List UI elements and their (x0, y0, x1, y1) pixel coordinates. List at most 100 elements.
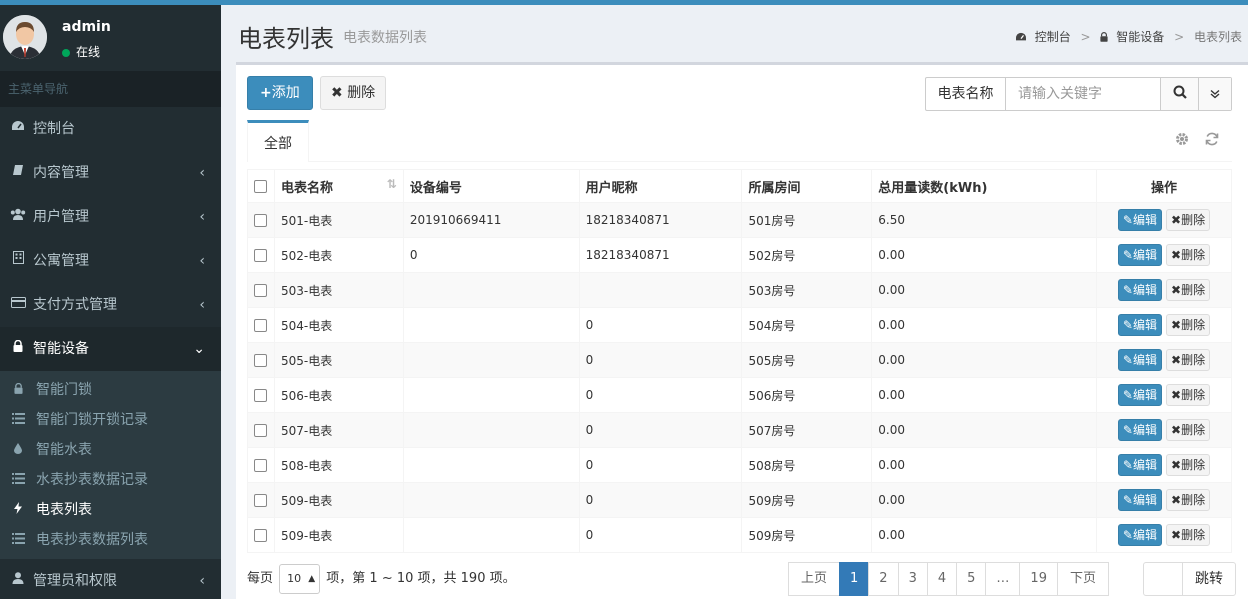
search-input[interactable] (1006, 78, 1160, 110)
sidebar-subitem-water-meter[interactable]: 智能水表 (0, 435, 221, 465)
row-checkbox[interactable] (254, 529, 267, 542)
row-delete-button[interactable]: ✖删除 (1166, 244, 1211, 266)
refresh-icon[interactable] (1205, 132, 1219, 150)
row-actions: ✎编辑 ✖删除 (1096, 237, 1232, 273)
page-button[interactable]: 2 (868, 562, 899, 596)
sidebar-item-users[interactable]: 用户管理 ‹ (0, 195, 221, 239)
column-header[interactable]: 电表名称 ⇅ (273, 169, 404, 203)
edit-button-label: 编辑 (1132, 423, 1157, 437)
sidebar-subitem-smart-lock[interactable]: 智能门锁 (0, 375, 221, 405)
row-delete-button[interactable]: ✖删除 (1166, 209, 1211, 231)
page-button[interactable]: 3 (897, 562, 928, 596)
column-header: 操作 (1096, 169, 1232, 203)
bolt-icon (11, 495, 25, 525)
sort-icon[interactable]: ⇅ (387, 177, 397, 191)
sidebar-item-label: 智能设备 (33, 341, 89, 357)
row-delete-button-label: 删除 (1181, 213, 1206, 227)
edit-button[interactable]: ✎编辑 (1117, 209, 1162, 231)
sidebar-item-smart-devices[interactable]: 智能设备 ⌄ (0, 327, 221, 371)
sidebar-item-apartments[interactable]: 公寓管理 ‹ (0, 239, 221, 283)
table-row[interactable]: 502-电表 0 18218340871 502房号 0.00 ✎编辑 ✖删除 (247, 237, 1232, 273)
table-row[interactable]: 501-电表 201910669411 18218340871 501房号 6.50 ✎编… (247, 202, 1232, 238)
page-button[interactable]: 4 (926, 562, 958, 596)
add-button[interactable]: +添加 (247, 76, 313, 110)
table-row[interactable]: 506-电表 0 506房号 0.00 ✎编辑 ✖删除 (247, 377, 1232, 413)
times-icon: ✖ (331, 85, 343, 101)
delete-button[interactable]: ✖ 删除 (320, 76, 387, 110)
table-row[interactable]: 503-电表 503房号 0.00 ✎编辑 ✖删除 (247, 272, 1232, 308)
table-row[interactable]: 507-电表 0 507房号 0.00 ✎编辑 ✖删除 (247, 412, 1232, 448)
sidebar-item-label: 公寓管理 (33, 253, 89, 269)
edit-button[interactable]: ✎编辑 (1117, 489, 1162, 511)
edit-icon: ✎ (1122, 213, 1133, 227)
row-delete-button[interactable]: ✖删除 (1166, 524, 1211, 546)
next-page-button[interactable]: 下页 (1056, 562, 1109, 596)
table-cell: 503房号 (741, 272, 873, 308)
edit-button[interactable]: ✎编辑 (1117, 419, 1162, 441)
search-field-label[interactable]: 电表名称 (926, 78, 1006, 110)
sidebar-item-label: 管理员和权限 (33, 573, 117, 589)
avatar (3, 15, 47, 59)
edit-button[interactable]: ✎编辑 (1117, 314, 1162, 336)
table-cell: 502-电表 (273, 237, 404, 273)
times-icon: ✖ (1171, 283, 1182, 297)
table-row[interactable]: 509-电表 0 509房号 0.00 ✎编辑 ✖删除 (247, 482, 1232, 518)
table-cell: 501-电表 (273, 202, 404, 238)
page-button[interactable]: 1 (839, 562, 870, 596)
jump-page-input[interactable] (1143, 562, 1183, 596)
row-checkbox[interactable] (254, 389, 267, 402)
row-delete-button[interactable]: ✖删除 (1166, 454, 1211, 476)
prev-page-button[interactable]: 上页 (788, 562, 841, 596)
row-delete-button[interactable]: ✖删除 (1166, 489, 1211, 511)
breadcrumb-separator: > (1174, 30, 1185, 44)
edit-button[interactable]: ✎编辑 (1117, 244, 1162, 266)
sidebar-item-dashboard[interactable]: 控制台 (0, 107, 221, 151)
sidebar-item-admin[interactable]: 管理员和权限 ‹ (0, 559, 221, 599)
row-checkbox[interactable] (254, 319, 267, 332)
sidebar-item-payment[interactable]: 支付方式管理 ‹ (0, 283, 221, 327)
edit-button[interactable]: ✎编辑 (1117, 384, 1162, 406)
row-delete-button[interactable]: ✖删除 (1166, 279, 1211, 301)
sidebar-subitem-water-records[interactable]: 水表抄表数据记录 (0, 465, 221, 495)
user-name: admin (62, 19, 111, 35)
times-icon: ✖ (1171, 458, 1182, 472)
sidebar-item-content[interactable]: 内容管理 ‹ (0, 151, 221, 195)
row-delete-button[interactable]: ✖删除 (1166, 314, 1211, 336)
breadcrumb-smart-devices[interactable]: 智能设备 (1116, 30, 1164, 44)
gear-icon[interactable] (1175, 132, 1189, 150)
jump-button[interactable]: 跳转 (1182, 562, 1236, 596)
sidebar-subitem-electric-meter[interactable]: 电表列表 (0, 495, 221, 525)
edit-button[interactable]: ✎编辑 (1117, 454, 1162, 476)
table-row[interactable]: 505-电表 0 505房号 0.00 ✎编辑 ✖删除 (247, 342, 1232, 378)
edit-button[interactable]: ✎编辑 (1117, 524, 1162, 546)
row-delete-button[interactable]: ✖删除 (1166, 349, 1211, 371)
table-row[interactable]: 509-电表 0 509房号 0.00 ✎编辑 ✖删除 (247, 517, 1232, 553)
table-row[interactable]: 504-电表 0 504房号 0.00 ✎编辑 ✖删除 (247, 307, 1232, 343)
table-row[interactable]: 508-电表 0 508房号 0.00 ✎编辑 ✖删除 (247, 447, 1232, 483)
row-checkbox[interactable] (254, 424, 267, 437)
edit-button[interactable]: ✎编辑 (1117, 349, 1162, 371)
credit-card-icon (10, 283, 26, 327)
edit-button[interactable]: ✎编辑 (1117, 279, 1162, 301)
row-checkbox[interactable] (254, 214, 267, 227)
sidebar-subitem-electric-records[interactable]: 电表抄表数据列表 (0, 525, 221, 555)
row-delete-button[interactable]: ✖删除 (1166, 384, 1211, 406)
page-button[interactable]: 19 (1019, 562, 1058, 596)
row-checkbox[interactable] (254, 354, 267, 367)
sidebar-subitem-label: 智能门锁开锁记录 (36, 412, 148, 428)
edit-button-label: 编辑 (1132, 213, 1157, 227)
select-all-checkbox[interactable] (254, 179, 267, 193)
breadcrumb-dashboard[interactable]: 控制台 (1035, 30, 1071, 44)
tab-all[interactable]: 全部 (247, 120, 309, 162)
content-box: +添加 ✖ 删除 电表名称 全部 (236, 62, 1248, 599)
page-size-select[interactable]: 10 ▲ (279, 563, 321, 594)
sidebar-subitem-lock-records[interactable]: 智能门锁开锁记录 (0, 405, 221, 435)
page-button[interactable]: 5 (956, 562, 987, 596)
search-button[interactable] (1160, 78, 1198, 110)
row-checkbox[interactable] (254, 494, 267, 507)
row-checkbox[interactable] (254, 284, 267, 297)
row-checkbox[interactable] (254, 459, 267, 472)
row-delete-button[interactable]: ✖删除 (1166, 419, 1211, 441)
advanced-search-toggle[interactable] (1198, 78, 1231, 110)
row-checkbox[interactable] (254, 249, 267, 262)
